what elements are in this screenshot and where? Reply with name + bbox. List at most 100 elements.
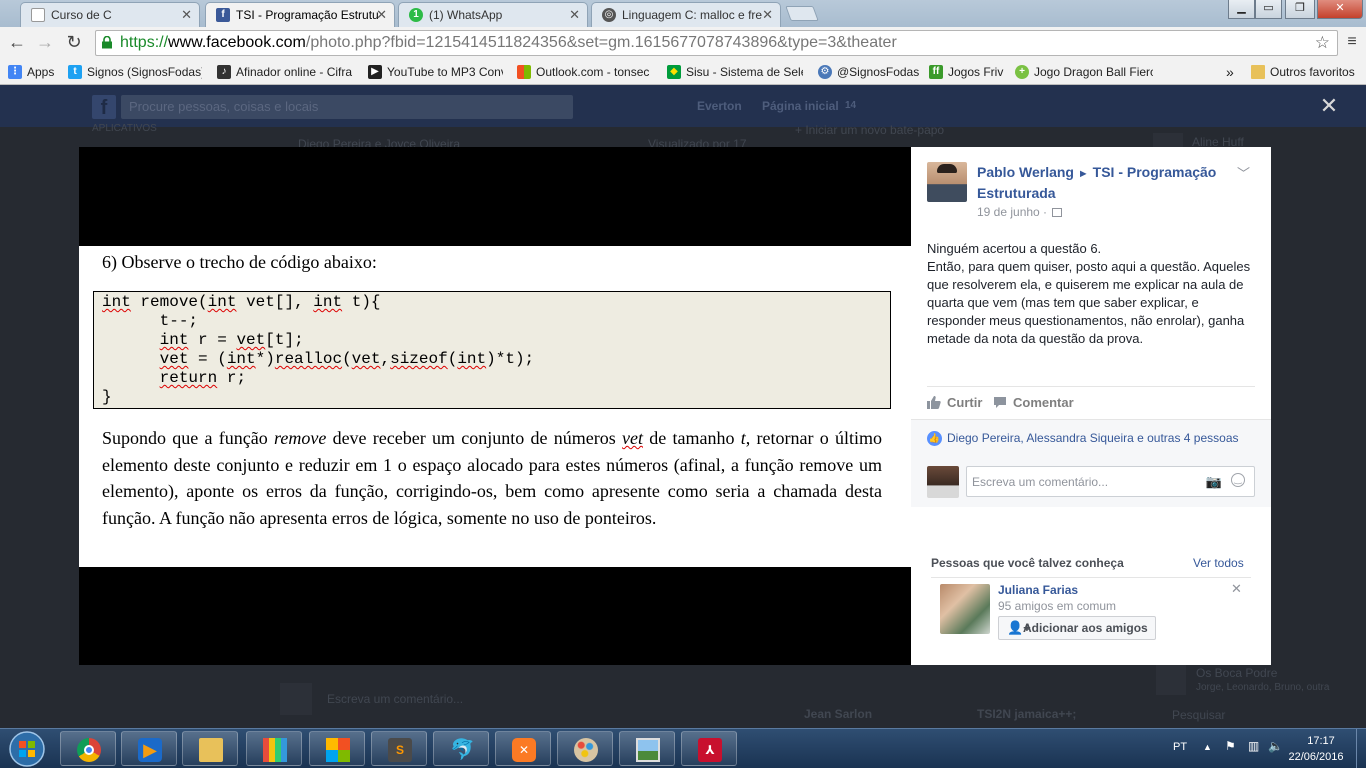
keyboard-language[interactable]: PT	[1173, 741, 1187, 753]
bookmark-signosfodas[interactable]: ⚙ @SignosFodas	[818, 63, 922, 81]
tab-whatsapp[interactable]: 1 (1) WhatsApp ✕	[398, 2, 588, 27]
taskbar-photo-viewer[interactable]	[619, 731, 675, 766]
taskbar-xampp[interactable]: ✕	[495, 731, 551, 766]
url-scheme: https://	[120, 34, 169, 51]
like-button[interactable]: Curtir	[927, 395, 982, 410]
likes-summary-link[interactable]: 👍 Diego Pereira, Alessandra Siqueira e o…	[927, 431, 1239, 446]
see-all-link[interactable]: Ver todos	[1193, 556, 1244, 570]
bookmark-friv[interactable]: ff Jogos Friv	[929, 63, 1009, 81]
add-friend-button[interactable]: 👤+ Adicionar aos amigos	[998, 616, 1156, 640]
tab-linguagem-c[interactable]: ◎ Linguagem C: malloc e fre ✕	[591, 2, 781, 27]
bookmark-signos[interactable]: t Signos (SignosFodas)	[68, 63, 202, 81]
chat-group-members: Jorge, Leonardo, Bruno, outra	[1196, 682, 1330, 693]
emoji-icon[interactable]: ‿	[1231, 473, 1245, 487]
close-tab-icon[interactable]: ✕	[762, 7, 773, 23]
browser-toolbar: ← → ↻ https://www.facebook.com/photo.php…	[0, 27, 1366, 59]
taskbar-explorer[interactable]	[182, 731, 238, 766]
profile-link: Everton	[697, 99, 742, 113]
clock-date[interactable]: 22/06/2016	[1281, 751, 1351, 763]
code-token: ){	[361, 293, 381, 311]
author-link[interactable]: Pablo Werlang	[977, 164, 1074, 180]
divider	[931, 577, 1251, 578]
restore-button[interactable]: ❐	[1285, 0, 1315, 19]
bookmark-label: Outlook.com - tonsec	[536, 65, 650, 79]
bookmark-youtube-mp3[interactable]: ▶ YouTube to MP3 Conv	[368, 63, 503, 81]
new-tab-button[interactable]	[785, 6, 819, 21]
taskbar-pdf-reader[interactable]: ⅄	[681, 731, 737, 766]
taskbar-office[interactable]	[309, 731, 365, 766]
post-timestamp[interactable]: 19 de junho ·	[977, 205, 1063, 219]
bookmark-dragon-ball[interactable]: + Jogo Dragon Ball Fierc	[1015, 63, 1153, 81]
bookmark-star-icon[interactable]: ☆	[1315, 31, 1330, 55]
spellcheck-squiggle: sizeof	[390, 350, 448, 368]
bookmark-outlook[interactable]: Outlook.com - tonsec	[517, 63, 653, 81]
photo-stage[interactable]: 6) Observe o trecho de código abaixo: in…	[79, 147, 911, 665]
tab-curso-de-c[interactable]: Curso de C ✕	[20, 2, 200, 27]
author-avatar[interactable]	[927, 162, 967, 202]
address-bar[interactable]: https://www.facebook.com/photo.php?fbid=…	[95, 30, 1338, 56]
spellcheck-squiggle: return	[159, 369, 218, 387]
spellcheck-squiggle: vet	[351, 350, 381, 368]
bookmark-label: Jogos Friv	[948, 65, 1004, 79]
code-token: [],	[274, 293, 314, 311]
start-button-windows-orb-icon[interactable]	[2, 730, 52, 768]
taskbar-paint[interactable]	[557, 731, 613, 766]
current-user-avatar	[927, 466, 959, 498]
chat-tab-jean: Jean Sarlon	[804, 707, 873, 721]
back-button[interactable]: ←	[6, 31, 28, 53]
taskbar-media-player[interactable]: ▶	[121, 731, 177, 766]
taskbar-chrome[interactable]	[60, 731, 116, 766]
avatar	[1156, 665, 1186, 695]
user-button[interactable]: ▭	[1255, 0, 1282, 19]
taskbar-mysql[interactable]: 🐬	[433, 731, 489, 766]
body-emphasis: vet	[622, 428, 643, 448]
bookmark-sisu[interactable]: ◆ Sisu - Sistema de Sele	[667, 63, 803, 81]
code-line: vet = (int*)realloc(vet,sizeof(int)*t);	[102, 350, 882, 369]
forward-button[interactable]: →	[34, 31, 56, 53]
spellcheck-squiggle: realloc	[274, 350, 343, 368]
reload-button[interactable]: ↻	[63, 31, 85, 53]
clock-time[interactable]: 17:17	[1291, 735, 1351, 747]
mutual-friends-count[interactable]: 95 amigos em comum	[998, 599, 1116, 613]
close-lightbox-icon[interactable]: ✕	[1318, 95, 1340, 117]
spellcheck-squiggle: int	[313, 293, 343, 311]
dismiss-suggestion-icon[interactable]: ✕	[1231, 581, 1242, 597]
divider	[927, 386, 1255, 387]
code-token: (	[198, 293, 208, 311]
taskbar-sublime[interactable]: S	[371, 731, 427, 766]
body-text: de tamanho	[643, 428, 741, 448]
bookmark-apps[interactable]: ⋮ Apps	[8, 63, 60, 81]
close-tab-icon[interactable]: ✕	[569, 7, 580, 23]
photo-image: 6) Observe o trecho de código abaixo: in…	[79, 246, 911, 567]
menu-icon[interactable]: ≡	[1341, 31, 1363, 53]
action-center-flag-icon[interactable]: ⚑	[1225, 739, 1236, 753]
camera-icon[interactable]: 📷	[1206, 474, 1222, 490]
tab-facebook[interactable]: f TSI - Programação Estrutu ✕	[205, 2, 395, 27]
other-bookmarks-folder[interactable]: Outros favoritos	[1251, 63, 1363, 81]
suggested-friend-avatar[interactable]	[940, 584, 990, 634]
xampp-icon: ✕	[512, 738, 536, 762]
paint-icon	[574, 738, 598, 762]
code-token: );	[514, 350, 535, 368]
apps-grid-icon	[263, 738, 287, 762]
close-tab-icon[interactable]: ✕	[181, 7, 192, 23]
suggested-friend-name[interactable]: Juliana Farias	[998, 583, 1078, 597]
folder-icon	[1251, 65, 1265, 79]
comment-button[interactable]: Comentar	[993, 395, 1074, 410]
code-token: ,	[380, 350, 391, 368]
close-tab-icon[interactable]: ✕	[376, 7, 387, 23]
show-desktop-button[interactable]	[1356, 729, 1366, 768]
bookmark-afinador[interactable]: ♪ Afinador online - Cifra	[217, 63, 353, 81]
chevron-down-icon[interactable]: ﹀	[1237, 163, 1250, 182]
minimize-button[interactable]: ▁	[1228, 0, 1255, 19]
close-window-button[interactable]: ✕	[1317, 0, 1363, 19]
network-icon[interactable]: ▥	[1248, 739, 1259, 753]
post-author-line: Pablo Werlang ► TSI - Programação Estrut…	[977, 163, 1237, 203]
taskbar-apps[interactable]	[246, 731, 302, 766]
spellcheck-squiggle: int	[207, 293, 237, 311]
comment-input[interactable]: Escreva um comentário... 📷 ‿	[966, 466, 1255, 497]
bookmarks-overflow-chevron-icon[interactable]: »	[1226, 63, 1240, 81]
spellcheck-squiggle: int	[457, 350, 487, 368]
show-hidden-icons-icon[interactable]: ▲	[1203, 742, 1212, 752]
